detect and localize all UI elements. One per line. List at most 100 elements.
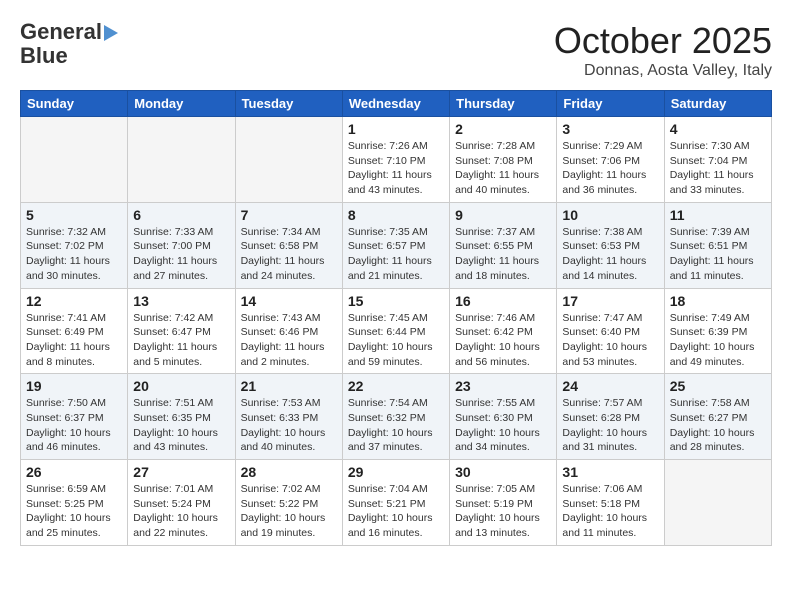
day-number: 11	[670, 207, 766, 223]
cell-info: Sunrise: 7:28 AM Sunset: 7:08 PM Dayligh…	[455, 139, 551, 198]
cell-info: Sunrise: 7:46 AM Sunset: 6:42 PM Dayligh…	[455, 311, 551, 370]
calendar-week-row: 19 Sunrise: 7:50 AM Sunset: 6:37 PM Dayli…	[21, 374, 772, 460]
calendar-cell: 21 Sunrise: 7:53 AM Sunset: 6:33 PM Dayli…	[235, 374, 342, 460]
calendar-cell: 13 Sunrise: 7:42 AM Sunset: 6:47 PM Dayli…	[128, 288, 235, 374]
cell-info: Sunrise: 7:01 AM Sunset: 5:24 PM Dayligh…	[133, 482, 229, 541]
calendar-week-row: 12Sunrise: 7:41 AM Sunset: 6:49 PM Dayli…	[21, 288, 772, 374]
day-number: 24	[562, 378, 658, 394]
day-number: 31	[562, 464, 658, 480]
cell-info: Sunrise: 7:30 AM Sunset: 7:04 PM Dayligh…	[670, 139, 766, 198]
calendar-cell: 12Sunrise: 7:41 AM Sunset: 6:49 PM Dayli…	[21, 288, 128, 374]
title-block: October 2025 Donnas, Aosta Valley, Italy	[554, 20, 772, 80]
cell-info: Sunrise: 7:29 AM Sunset: 7:06 PM Dayligh…	[562, 139, 658, 198]
cell-info: Sunrise: 7:06 AM Sunset: 5:18 PM Dayligh…	[562, 482, 658, 541]
month-title: October 2025	[554, 20, 772, 62]
day-number: 19	[26, 378, 122, 394]
day-number: 28	[241, 464, 337, 480]
logo-general: General	[20, 20, 102, 44]
calendar-cell: 5Sunrise: 7:32 AM Sunset: 7:02 PM Daylig…	[21, 202, 128, 288]
calendar-table: SundayMondayTuesdayWednesdayThursdayFrid…	[20, 90, 772, 546]
day-number: 29	[348, 464, 444, 480]
location: Donnas, Aosta Valley, Italy	[554, 62, 772, 80]
weekday-header-friday: Friday	[557, 91, 664, 117]
calendar-week-row: 1 Sunrise: 7:26 AM Sunset: 7:10 PM Daylig…	[21, 117, 772, 203]
day-number: 14	[241, 293, 337, 309]
day-number: 15	[348, 293, 444, 309]
cell-info: Sunrise: 7:35 AM Sunset: 6:57 PM Dayligh…	[348, 225, 444, 284]
cell-info: Sunrise: 7:42 AM Sunset: 6:47 PM Dayligh…	[133, 311, 229, 370]
cell-info: Sunrise: 6:59 AM Sunset: 5:25 PM Dayligh…	[26, 482, 122, 541]
calendar-cell	[235, 117, 342, 203]
cell-info: Sunrise: 7:51 AM Sunset: 6:35 PM Dayligh…	[133, 396, 229, 455]
day-number: 26	[26, 464, 122, 480]
day-number: 13	[133, 293, 229, 309]
calendar-cell: 24 Sunrise: 7:57 AM Sunset: 6:28 PM Dayli…	[557, 374, 664, 460]
day-number: 21	[241, 378, 337, 394]
calendar-cell: 1 Sunrise: 7:26 AM Sunset: 7:10 PM Daylig…	[342, 117, 449, 203]
day-number: 3	[562, 121, 658, 137]
cell-info: Sunrise: 7:34 AM Sunset: 6:58 PM Dayligh…	[241, 225, 337, 284]
cell-info: Sunrise: 7:50 AM Sunset: 6:37 PM Dayligh…	[26, 396, 122, 455]
calendar-cell: 17 Sunrise: 7:47 AM Sunset: 6:40 PM Dayli…	[557, 288, 664, 374]
day-number: 16	[455, 293, 551, 309]
day-number: 25	[670, 378, 766, 394]
calendar-cell: 7 Sunrise: 7:34 AM Sunset: 6:58 PM Daylig…	[235, 202, 342, 288]
calendar-cell: 26 Sunrise: 6:59 AM Sunset: 5:25 PM Dayli…	[21, 460, 128, 546]
logo: General Blue	[20, 20, 118, 68]
day-number: 9	[455, 207, 551, 223]
cell-info: Sunrise: 7:58 AM Sunset: 6:27 PM Dayligh…	[670, 396, 766, 455]
calendar-cell: 15 Sunrise: 7:45 AM Sunset: 6:44 PM Dayli…	[342, 288, 449, 374]
day-number: 5	[26, 207, 122, 223]
weekday-header-wednesday: Wednesday	[342, 91, 449, 117]
calendar-cell: 6Sunrise: 7:33 AM Sunset: 7:00 PM Daylig…	[128, 202, 235, 288]
weekday-header-saturday: Saturday	[664, 91, 771, 117]
cell-info: Sunrise: 7:54 AM Sunset: 6:32 PM Dayligh…	[348, 396, 444, 455]
day-number: 17	[562, 293, 658, 309]
day-number: 4	[670, 121, 766, 137]
calendar-cell: 25 Sunrise: 7:58 AM Sunset: 6:27 PM Dayli…	[664, 374, 771, 460]
calendar-cell: 20Sunrise: 7:51 AM Sunset: 6:35 PM Dayli…	[128, 374, 235, 460]
calendar-cell: 30 Sunrise: 7:05 AM Sunset: 5:19 PM Dayli…	[450, 460, 557, 546]
cell-info: Sunrise: 7:47 AM Sunset: 6:40 PM Dayligh…	[562, 311, 658, 370]
cell-info: Sunrise: 7:04 AM Sunset: 5:21 PM Dayligh…	[348, 482, 444, 541]
calendar-cell: 31 Sunrise: 7:06 AM Sunset: 5:18 PM Dayli…	[557, 460, 664, 546]
weekday-header-thursday: Thursday	[450, 91, 557, 117]
calendar-week-row: 5Sunrise: 7:32 AM Sunset: 7:02 PM Daylig…	[21, 202, 772, 288]
calendar-cell: 3 Sunrise: 7:29 AM Sunset: 7:06 PM Daylig…	[557, 117, 664, 203]
logo-blue: Blue	[20, 44, 68, 68]
day-number: 7	[241, 207, 337, 223]
calendar-cell: 9Sunrise: 7:37 AM Sunset: 6:55 PM Daylig…	[450, 202, 557, 288]
cell-info: Sunrise: 7:39 AM Sunset: 6:51 PM Dayligh…	[670, 225, 766, 284]
calendar-cell: 27 Sunrise: 7:01 AM Sunset: 5:24 PM Dayli…	[128, 460, 235, 546]
calendar-cell	[21, 117, 128, 203]
day-number: 1	[348, 121, 444, 137]
day-number: 27	[133, 464, 229, 480]
cell-info: Sunrise: 7:02 AM Sunset: 5:22 PM Dayligh…	[241, 482, 337, 541]
day-number: 30	[455, 464, 551, 480]
day-number: 6	[133, 207, 229, 223]
cell-info: Sunrise: 7:45 AM Sunset: 6:44 PM Dayligh…	[348, 311, 444, 370]
calendar-cell: 16 Sunrise: 7:46 AM Sunset: 6:42 PM Dayli…	[450, 288, 557, 374]
day-number: 10	[562, 207, 658, 223]
day-number: 2	[455, 121, 551, 137]
calendar-cell: 22 Sunrise: 7:54 AM Sunset: 6:32 PM Dayli…	[342, 374, 449, 460]
day-number: 23	[455, 378, 551, 394]
day-number: 12	[26, 293, 122, 309]
day-number: 22	[348, 378, 444, 394]
weekday-header-monday: Monday	[128, 91, 235, 117]
calendar-cell: 10 Sunrise: 7:38 AM Sunset: 6:53 PM Dayli…	[557, 202, 664, 288]
cell-info: Sunrise: 7:57 AM Sunset: 6:28 PM Dayligh…	[562, 396, 658, 455]
page-header: General Blue October 2025 Donnas, Aosta …	[20, 20, 772, 80]
cell-info: Sunrise: 7:53 AM Sunset: 6:33 PM Dayligh…	[241, 396, 337, 455]
cell-info: Sunrise: 7:26 AM Sunset: 7:10 PM Dayligh…	[348, 139, 444, 198]
cell-info: Sunrise: 7:38 AM Sunset: 6:53 PM Dayligh…	[562, 225, 658, 284]
calendar-cell: 29 Sunrise: 7:04 AM Sunset: 5:21 PM Dayli…	[342, 460, 449, 546]
calendar-cell: 14Sunrise: 7:43 AM Sunset: 6:46 PM Dayli…	[235, 288, 342, 374]
calendar-cell: 4 Sunrise: 7:30 AM Sunset: 7:04 PM Daylig…	[664, 117, 771, 203]
calendar-cell: 8Sunrise: 7:35 AM Sunset: 6:57 PM Daylig…	[342, 202, 449, 288]
weekday-header-tuesday: Tuesday	[235, 91, 342, 117]
logo-arrow-icon	[104, 25, 118, 41]
cell-info: Sunrise: 7:05 AM Sunset: 5:19 PM Dayligh…	[455, 482, 551, 541]
weekday-header-row: SundayMondayTuesdayWednesdayThursdayFrid…	[21, 91, 772, 117]
calendar-cell: 11 Sunrise: 7:39 AM Sunset: 6:51 PM Dayli…	[664, 202, 771, 288]
